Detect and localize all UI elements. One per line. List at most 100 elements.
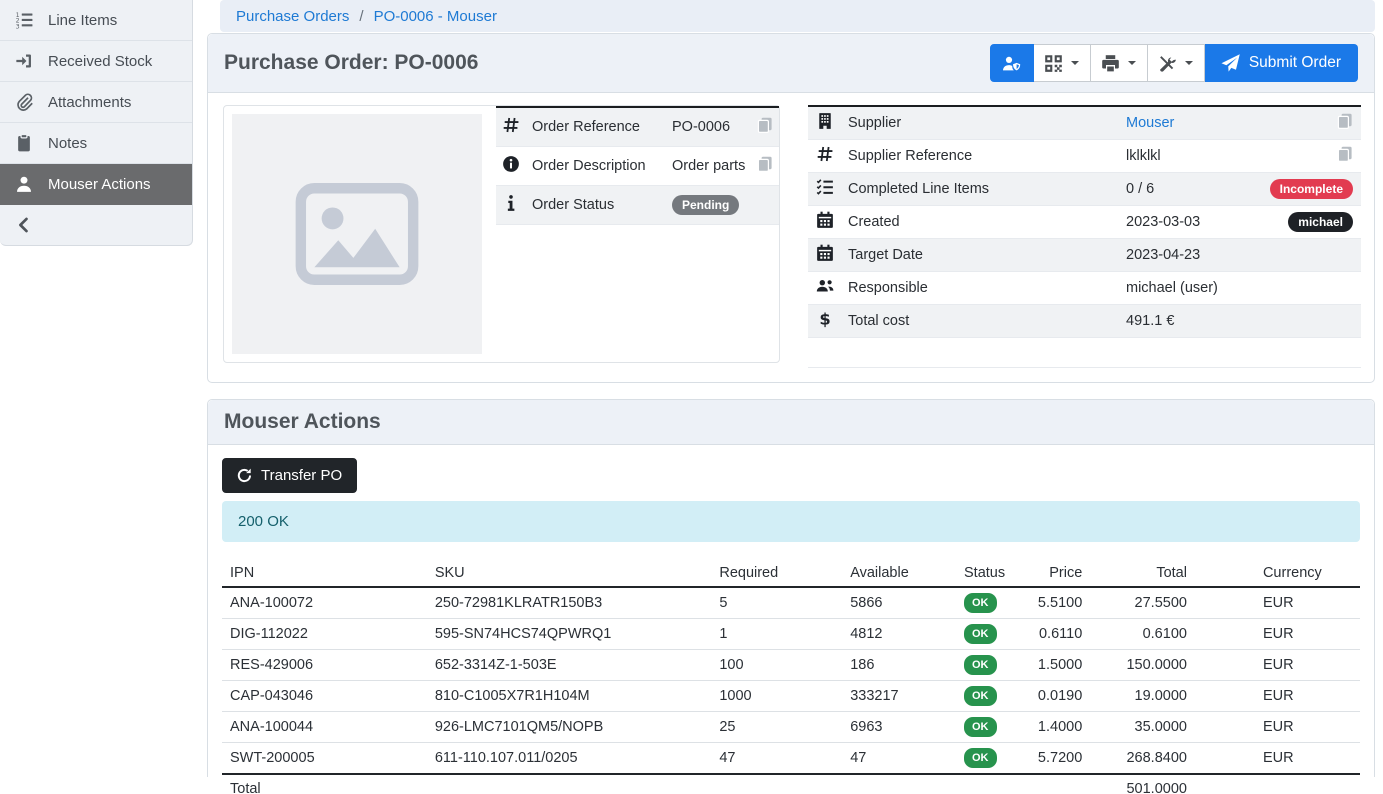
sidebar-collapse-button[interactable] (0, 205, 192, 245)
breadcrumb-link-current[interactable]: PO-0006 - Mouser (374, 8, 497, 25)
breadcrumb-separator: / (359, 8, 363, 25)
footer-total-label: Total (222, 774, 427, 794)
cell-currency: EUR (1195, 681, 1360, 712)
cell-currency: EUR (1195, 587, 1360, 619)
column-header-required: Required (711, 560, 842, 587)
barcode-menu-button[interactable] (1034, 44, 1091, 82)
detail-icon-cell (808, 272, 842, 305)
cell-ipn: RES-429006 (222, 650, 427, 681)
copy-button[interactable] (757, 117, 773, 136)
sidebar-item-notes[interactable]: Notes (0, 123, 192, 164)
user-permissions-button[interactable] (990, 44, 1034, 82)
ok-badge: OK (964, 717, 997, 737)
detail-extra-cell (751, 147, 779, 186)
detail-row: Order ReferencePO-0006 (496, 107, 779, 147)
detail-icon-cell (496, 186, 526, 225)
empty-cell (1249, 338, 1361, 368)
supplier-details-table: Supplier Mouser Supplier ReferencelklklklC… (808, 105, 1361, 368)
order-status-badge: Pending (672, 195, 739, 215)
detail-label: Order Reference (526, 107, 666, 147)
info-circle-icon (502, 155, 520, 173)
cell-total: 27.5500 (1090, 587, 1195, 619)
main-content: Purchase Orders / PO-0006 - Mouser Purch… (207, 0, 1383, 777)
cell-required: 1000 (711, 681, 842, 712)
user-shield-icon (1002, 54, 1021, 73)
copy-button[interactable] (757, 156, 773, 175)
column-header-status: Status (956, 560, 1024, 587)
ok-badge: OK (964, 686, 997, 706)
detail-row (808, 338, 1361, 368)
detail-label: Supplier Reference (842, 140, 1120, 173)
sidebar-item-label: Notes (48, 135, 87, 152)
status-badge: Incomplete (1270, 179, 1353, 199)
column-header-currency: Currency (1195, 560, 1360, 587)
print-menu-button[interactable] (1091, 44, 1148, 82)
ok-badge: OK (964, 655, 997, 675)
detail-value: 491.1 € (1120, 305, 1249, 338)
mouser-actions-panel-header: Mouser Actions (208, 400, 1374, 445)
table-row: SWT-200005611-110.107.011/02054747OK5.72… (222, 743, 1360, 775)
detail-value: 2023-04-23 (1120, 239, 1249, 272)
chevron-left-icon (15, 216, 33, 234)
detail-extra-cell (1249, 106, 1361, 140)
sidebar-item-line-items[interactable]: 123 Line Items (0, 0, 192, 41)
order-actions-menu-button[interactable] (1148, 44, 1205, 82)
cell-ipn: DIG-112022 (222, 619, 427, 650)
sidebar-item-attachments[interactable]: Attachments (0, 82, 192, 123)
detail-icon-cell: $ (808, 305, 842, 338)
cell-required: 100 (711, 650, 842, 681)
breadcrumb-link-purchase-orders[interactable]: Purchase Orders (236, 8, 349, 25)
detail-value: lklklkl (1120, 140, 1249, 173)
detail-row: Target Date2023-04-23 (808, 239, 1361, 272)
chevron-down-icon (1185, 61, 1193, 69)
cell-price: 5.7200 (1024, 743, 1090, 775)
empty-cell (808, 338, 842, 368)
printer-icon (1101, 54, 1120, 73)
copy-button[interactable] (1337, 113, 1353, 132)
user-icon (15, 175, 33, 193)
clipboard-icon (15, 134, 33, 152)
building-icon (816, 112, 834, 130)
cell-available: 5866 (842, 587, 956, 619)
cell-currency: EUR (1195, 619, 1360, 650)
detail-label: Order Status (526, 186, 666, 225)
footer-spacer (427, 774, 1090, 794)
cell-required: 25 (711, 712, 842, 743)
detail-extra-cell (751, 186, 779, 225)
cell-ipn: CAP-043046 (222, 681, 427, 712)
image-icon (292, 182, 422, 286)
qrcode-icon (1044, 54, 1063, 73)
cell-total: 150.0000 (1090, 650, 1195, 681)
breadcrumb: Purchase Orders / PO-0006 - Mouser (220, 0, 1375, 32)
list-ol-icon: 123 (15, 11, 33, 29)
detail-icon-cell (808, 173, 842, 206)
cell-available: 4812 (842, 619, 956, 650)
detail-icon-cell (808, 206, 842, 239)
submit-order-label: Submit Order (1249, 54, 1341, 72)
empty-cell (842, 338, 1120, 368)
cell-status: OK (956, 650, 1024, 681)
transfer-po-button[interactable]: Transfer PO (222, 458, 357, 493)
table-header-row: IPNSKURequiredAvailableStatusPriceTotalC… (222, 560, 1360, 587)
cell-status: OK (956, 743, 1024, 775)
detail-extra-cell (1249, 140, 1361, 173)
detail-icon-cell (496, 107, 526, 147)
copy-button[interactable] (1337, 146, 1353, 165)
submit-order-button[interactable]: Submit Order (1205, 44, 1358, 82)
cell-status: OK (956, 587, 1024, 619)
chevron-down-icon (1128, 61, 1136, 69)
sidebar-item-mouser-actions[interactable]: Mouser Actions (0, 164, 192, 205)
cell-available: 186 (842, 650, 956, 681)
detail-icon-cell (808, 106, 842, 140)
detail-extra-cell (1249, 272, 1361, 305)
svg-text:$: $ (819, 310, 830, 328)
detail-row: Completed Line Items0 / 6Incomplete (808, 173, 1361, 206)
users-icon (816, 277, 834, 295)
sidebar-item-received-stock[interactable]: Received Stock (0, 41, 192, 82)
detail-label: Supplier (842, 106, 1120, 140)
detail-row: Order Status Pending (496, 186, 779, 225)
header-toolbar: Submit Order (990, 44, 1358, 82)
detail-row: Responsiblemichael (user) (808, 272, 1361, 305)
supplier-link[interactable]: Mouser (1126, 115, 1174, 131)
cell-sku: 250-72981KLRATR150B3 (427, 587, 712, 619)
